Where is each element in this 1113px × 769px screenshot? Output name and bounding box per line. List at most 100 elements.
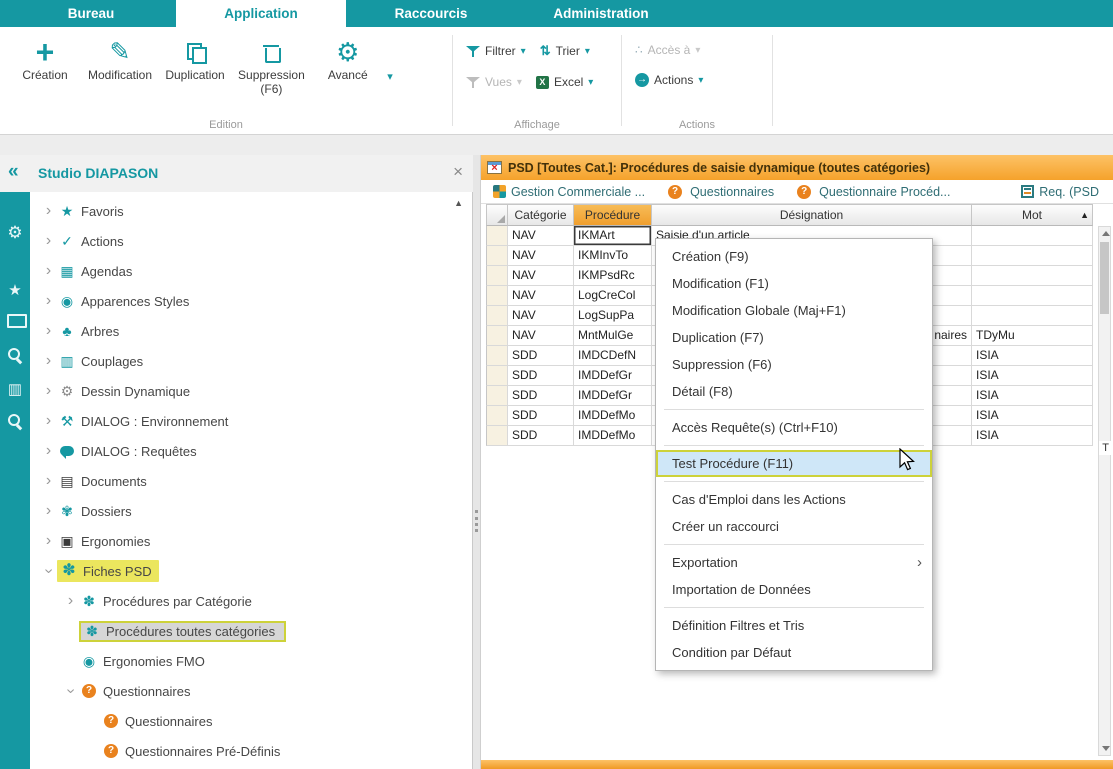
tab-administration[interactable]: Administration: [516, 0, 686, 27]
cell-mot[interactable]: ISIA: [972, 386, 1093, 406]
cell-procedure[interactable]: IMDDefGr: [574, 366, 652, 386]
tree-item-fiches-psd[interactable]: › ✽ Fiches PSD: [30, 556, 472, 586]
cell-categorie[interactable]: SDD: [508, 406, 574, 426]
menu-item-definition-filtres[interactable]: Définition Filtres et Tris: [656, 612, 932, 639]
tree-item-dialog-environnement[interactable]: › ⚒ DIALOG : Environnement: [30, 406, 472, 436]
cell-procedure-focused[interactable]: IKMArt: [574, 226, 652, 246]
scroll-up-icon[interactable]: ▲: [454, 198, 463, 208]
menu-item-modification[interactable]: Modification (F1): [656, 270, 932, 297]
chevron-right-icon[interactable]: ›: [40, 443, 57, 459]
chevron-right-icon[interactable]: ›: [40, 533, 57, 549]
cell-categorie[interactable]: SDD: [508, 366, 574, 386]
column-header-categorie[interactable]: Catégorie: [508, 204, 574, 226]
menu-item-cas-emploi[interactable]: Cas d'Emploi dans les Actions: [656, 486, 932, 513]
chevron-right-icon[interactable]: ›: [40, 503, 57, 519]
tree-item-procedures-toutes-categories[interactable]: › ✽ Procédures toutes catégories: [30, 616, 472, 646]
sort-asc-icon[interactable]: ▲: [1080, 205, 1089, 226]
splitter-handle-icon[interactable]: [475, 510, 478, 532]
tree-item-dialog-requetes[interactable]: › DIALOG : Requêtes: [30, 436, 472, 466]
row-selector[interactable]: [486, 286, 508, 306]
tree-item-arbres[interactable]: › ♣ Arbres: [30, 316, 472, 346]
panels-icon[interactable]: ▥: [8, 382, 22, 397]
search-icon[interactable]: [7, 347, 23, 366]
vertical-scrollbar[interactable]: [1098, 226, 1111, 756]
cell-procedure[interactable]: IMDDefMo: [574, 406, 652, 426]
tab-raccourcis[interactable]: Raccourcis: [346, 0, 516, 27]
creation-button[interactable]: + Création: [8, 34, 82, 98]
cell-mot[interactable]: ISIA: [972, 426, 1093, 446]
tab-questionnaire-procedure[interactable]: ? Questionnaire Procéd...: [794, 185, 950, 199]
row-selector[interactable]: [486, 246, 508, 266]
tab-application[interactable]: Application: [176, 0, 346, 27]
row-selector[interactable]: [486, 346, 508, 366]
menu-item-condition-defaut[interactable]: Condition par Défaut: [656, 639, 932, 666]
row-selector[interactable]: [486, 386, 508, 406]
chevron-down-icon[interactable]: ›: [41, 563, 57, 580]
scroll-down-icon[interactable]: [1099, 742, 1110, 755]
tab-questionnaires[interactable]: ? Questionnaires: [665, 185, 774, 199]
cell-mot[interactable]: [972, 246, 1093, 266]
avance-button[interactable]: ⚙ Avancé ▾: [311, 34, 385, 98]
cell-procedure[interactable]: IMDDefMo: [574, 426, 652, 446]
duplication-button[interactable]: Duplication: [158, 34, 232, 98]
chevron-right-icon[interactable]: ›: [40, 473, 57, 489]
tree-item-actions[interactable]: › ✓ Actions: [30, 226, 472, 256]
chevron-right-icon[interactable]: ›: [40, 263, 57, 279]
cell-procedure[interactable]: LogCreCol: [574, 286, 652, 306]
star-icon[interactable]: ★: [8, 283, 21, 298]
close-icon[interactable]: ×: [453, 162, 463, 182]
cell-categorie[interactable]: NAV: [508, 326, 574, 346]
cell-procedure[interactable]: IMDCDefN: [574, 346, 652, 366]
chevron-down-icon[interactable]: ▾: [387, 70, 393, 83]
gear-icon[interactable]: ⚙: [7, 224, 22, 241]
chevron-right-icon[interactable]: ›: [62, 593, 79, 609]
tree-item-questionnaires-child[interactable]: › ? Questionnaires: [30, 706, 472, 736]
cell-categorie[interactable]: NAV: [508, 286, 574, 306]
cell-procedure[interactable]: IKMPsdRc: [574, 266, 652, 286]
menu-item-creer-raccourci[interactable]: Créer un raccourci: [656, 513, 932, 540]
tree-item-dossiers[interactable]: › ✾ Dossiers: [30, 496, 472, 526]
scrollbar-thumb[interactable]: [1100, 242, 1109, 314]
cell-categorie[interactable]: NAV: [508, 226, 574, 246]
chevron-right-icon[interactable]: ›: [40, 233, 57, 249]
cell-categorie[interactable]: NAV: [508, 246, 574, 266]
collapse-panel-icon[interactable]: «: [8, 161, 19, 183]
row-selector[interactable]: [486, 426, 508, 446]
trier-button[interactable]: ⇅ Trier ▾: [537, 41, 593, 61]
cell-mot[interactable]: [972, 226, 1093, 246]
menu-item-exportation[interactable]: Exportation ›: [656, 549, 932, 576]
column-header-procedure[interactable]: Procédure: [574, 204, 652, 226]
tree-item-agendas[interactable]: › ▦ Agendas: [30, 256, 472, 286]
cell-mot[interactable]: [972, 286, 1093, 306]
right-edge-vertical-tab[interactable]: T: [1099, 441, 1112, 455]
cell-mot[interactable]: ISIA: [972, 346, 1093, 366]
modification-button[interactable]: ✎ Modification: [82, 34, 158, 98]
chevron-right-icon[interactable]: ›: [40, 323, 57, 339]
cell-categorie[interactable]: SDD: [508, 386, 574, 406]
cell-procedure[interactable]: IKMInvTo: [574, 246, 652, 266]
actions-button[interactable]: → Actions ▾: [632, 71, 706, 89]
menu-item-detail[interactable]: Détail (F8): [656, 378, 932, 405]
cell-procedure[interactable]: IMDDefGr: [574, 386, 652, 406]
row-selector[interactable]: [486, 226, 508, 246]
row-selector[interactable]: [486, 266, 508, 286]
cell-mot[interactable]: ISIA: [972, 406, 1093, 426]
menu-item-modification-globale[interactable]: Modification Globale (Maj+F1): [656, 297, 932, 324]
monitor-icon[interactable]: [7, 314, 23, 331]
cell-mot[interactable]: [972, 306, 1093, 326]
tree-item-ergonomies-fmo[interactable]: › ◉ Ergonomies FMO: [30, 646, 472, 676]
menu-item-suppression[interactable]: Suppression (F6): [656, 351, 932, 378]
cell-categorie[interactable]: NAV: [508, 306, 574, 326]
cell-procedure[interactable]: LogSupPa: [574, 306, 652, 326]
tree-item-questionnaires-predefinis[interactable]: › ? Questionnaires Pré-Définis: [30, 736, 472, 766]
menu-item-creation[interactable]: Création (F9): [656, 243, 932, 270]
cell-procedure[interactable]: MntMulGe: [574, 326, 652, 346]
excel-button[interactable]: Excel ▾: [533, 73, 596, 91]
menu-item-importation[interactable]: Importation de Données: [656, 576, 932, 603]
panel-splitter[interactable]: [473, 155, 480, 769]
cell-mot[interactable]: [972, 266, 1093, 286]
tree-item-favoris[interactable]: › ★ Favoris: [30, 196, 472, 226]
suppression-button[interactable]: Suppression (F6): [232, 34, 311, 98]
column-header-mot[interactable]: Mot ▲: [972, 204, 1093, 226]
cell-mot[interactable]: TDyMu: [972, 326, 1093, 346]
